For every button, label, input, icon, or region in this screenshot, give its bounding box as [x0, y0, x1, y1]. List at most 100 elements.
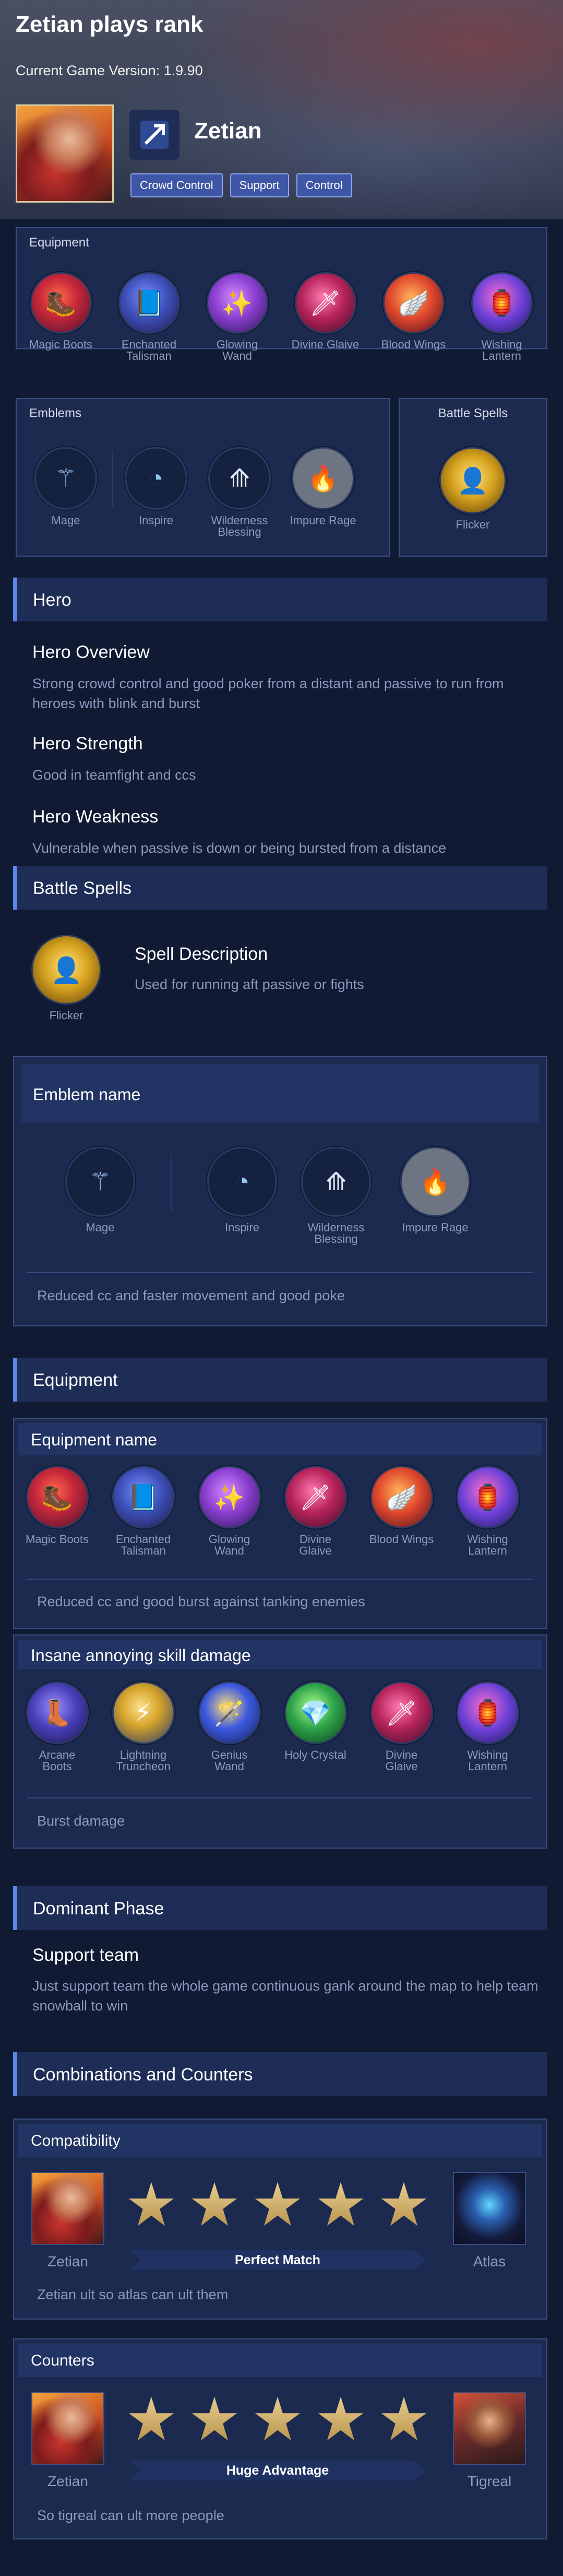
equipment-panel-title: Equipment [29, 236, 89, 250]
divider [27, 1797, 533, 1798]
item-label: Wishing Lantern [481, 338, 522, 362]
blood-wings-icon: 🪽 [382, 272, 445, 334]
item-divine-glaive[interactable]: 🗡 Divine Glaive [281, 272, 369, 362]
item-holy-crystal[interactable]: 💎 Holy Crystal [272, 1681, 358, 1772]
wishing-lantern-icon: 🏮 [471, 272, 533, 334]
item-glowing-wand[interactable]: ✨ Glowing Wand [186, 1466, 272, 1557]
item-magic-boots[interactable]: 🥾 Magic Boots [14, 1466, 100, 1557]
divider [27, 1579, 533, 1580]
emblem-label: Wilderness Blessing [211, 514, 268, 538]
left-hero-name: Zetian [47, 2253, 88, 2269]
impure-rage-icon: 🔥 [400, 1147, 470, 1217]
emblem-impure-rage[interactable]: 🔥 Impure Rage [284, 447, 362, 538]
counters-title: Counters [31, 2352, 94, 2369]
lightning-truncheon-icon: ⚡ [112, 1681, 175, 1744]
role-tag-crowd-control[interactable]: Crowd Control [130, 173, 223, 197]
item-glowing-wand[interactable]: ✨ Glowing Wand [193, 272, 281, 362]
item-arcane-boots[interactable]: 👢 Arcane Boots [14, 1681, 100, 1772]
compatibility-header: Compatibility [18, 2124, 542, 2157]
emblem-inspire[interactable]: ◔ Inspire [117, 447, 195, 538]
emblem-mage[interactable]: ⚚ Mage [24, 447, 107, 538]
hero-weakness-text: Vulnerable when passive is down or being… [32, 840, 446, 856]
star-icon [381, 2182, 427, 2226]
hero-overview-title: Hero Overview [32, 642, 150, 662]
star-icon [318, 2396, 364, 2441]
star-icon [191, 2396, 237, 2441]
section-title: Combinations and Counters [33, 2065, 253, 2085]
item-divine-glaive[interactable]: 🗡 Divine Glaive [272, 1466, 358, 1557]
item-label: Genius Wand [211, 1748, 248, 1773]
item-enchanted-talisman[interactable]: 📘 Enchanted Talisman [105, 272, 193, 362]
item-wishing-lantern[interactable]: 🏮 Wishing Lantern [445, 1681, 531, 1772]
mage-wand-icon: ⚚ [65, 1147, 135, 1217]
item-label: Glowing Wand [216, 338, 258, 362]
item-genius-wand[interactable]: 🪄 Genius Wand [186, 1681, 272, 1772]
emblem-mage[interactable]: ⚚ Mage [61, 1147, 139, 1245]
glowing-wand-icon: ✨ [198, 1466, 261, 1528]
zetian-portrait[interactable] [31, 2392, 104, 2465]
blood-wings-icon: 🪽 [370, 1466, 433, 1528]
item-label: Holy Crystal [284, 1748, 346, 1761]
impure-rage-icon: 🔥 [292, 447, 354, 510]
hero-strength-text: Good in teamfight and ccs [32, 767, 196, 783]
role-tag-support[interactable]: Support [230, 173, 289, 197]
divine-glaive-icon: 🗡 [284, 1466, 347, 1528]
item-label: Blood Wings [369, 1533, 434, 1546]
item-blood-wings[interactable]: 🪽 Blood Wings [369, 272, 458, 362]
rating-label: Huge Advantage [129, 2461, 426, 2480]
spell-description-title: Spell Description [135, 944, 268, 964]
inspire-icon: ◔ [125, 447, 187, 510]
item-label: Divine Glaive [385, 1748, 418, 1773]
star-icon [255, 2396, 301, 2441]
spell-flicker-detail[interactable]: 👤 Flicker [27, 935, 105, 1021]
emblem-inspire[interactable]: ◔ Inspire [203, 1147, 281, 1245]
tigreal-portrait[interactable] [453, 2392, 526, 2465]
item-wishing-lantern[interactable]: 🏮 Wishing Lantern [445, 1466, 531, 1557]
emblems-panel-title: Emblems [29, 406, 82, 420]
hero-weakness-title: Hero Weakness [32, 807, 159, 827]
control-role-icon [140, 121, 169, 149]
role-tags: Crowd Control Support Control [130, 173, 352, 197]
section-title: Equipment [33, 1370, 118, 1390]
wilderness-blessing-icon: ⟰ [301, 1147, 371, 1217]
counters-header: Counters [18, 2344, 542, 2377]
wishing-lantern-icon: 🏮 [456, 1681, 519, 1744]
emblem-wilderness-blessing[interactable]: ⟰ Wilderness Blessing [195, 447, 284, 538]
divine-glaive-icon: 🗡 [370, 1681, 433, 1744]
item-wishing-lantern[interactable]: 🏮 Wishing Lantern [458, 272, 546, 362]
spell-description-text: Used for running aft passive or fights [135, 977, 364, 992]
role-tag-control[interactable]: Control [296, 173, 352, 197]
rating-label: Perfect Match [129, 2250, 426, 2270]
item-magic-boots[interactable]: 🥾 Magic Boots [17, 272, 105, 362]
emblem-impure-rage[interactable]: 🔥 Impure Rage [391, 1147, 480, 1245]
item-label: Enchanted Talisman [121, 338, 177, 362]
item-lightning-truncheon[interactable]: ⚡ Lightning Truncheon [100, 1681, 186, 1772]
section-dominant-phase: Dominant Phase [13, 1886, 547, 1930]
section-equipment: Equipment [13, 1358, 547, 1402]
item-label: Divine Glaive [299, 1533, 332, 1557]
hero-name: Zetian [194, 118, 262, 144]
atlas-portrait[interactable] [453, 2172, 526, 2245]
build-2-header: Insane annoying skill damage [18, 1640, 542, 1669]
item-divine-glaive[interactable]: 🗡 Divine Glaive [358, 1681, 445, 1772]
item-enchanted-talisman[interactable]: 📘 Enchanted Talisman [100, 1466, 186, 1557]
hero-strength-title: Hero Strength [32, 734, 143, 754]
counters-note: So tigreal can ult more people [37, 2508, 224, 2523]
flicker-icon: 👤 [31, 935, 101, 1005]
compatibility-title: Compatibility [31, 2132, 121, 2149]
emblem-wilderness-blessing[interactable]: ⟰ Wilderness Blessing [292, 1147, 380, 1245]
flicker-icon: 👤 [439, 447, 506, 514]
spell-flicker[interactable]: 👤 Flicker [436, 447, 509, 531]
section-hero: Hero [13, 578, 547, 621]
item-blood-wings[interactable]: 🪽 Blood Wings [358, 1466, 445, 1557]
equipment-panel: Equipment 🥾 Magic Boots 📘 Enchanted Tali… [16, 227, 547, 362]
divider [27, 1272, 533, 1273]
build-2-title: Insane annoying skill damage [31, 1646, 251, 1665]
build-1-note: Reduced cc and good burst against tankin… [37, 1594, 365, 1609]
zetian-portrait[interactable] [31, 2172, 104, 2245]
right-hero-name: Tigreal [467, 2473, 512, 2489]
spell-label: Flicker [49, 1009, 83, 1022]
emblem-label: Impure Rage [402, 1221, 469, 1234]
star-icon [128, 2396, 174, 2441]
emblem-label: Inspire [224, 1221, 260, 1234]
